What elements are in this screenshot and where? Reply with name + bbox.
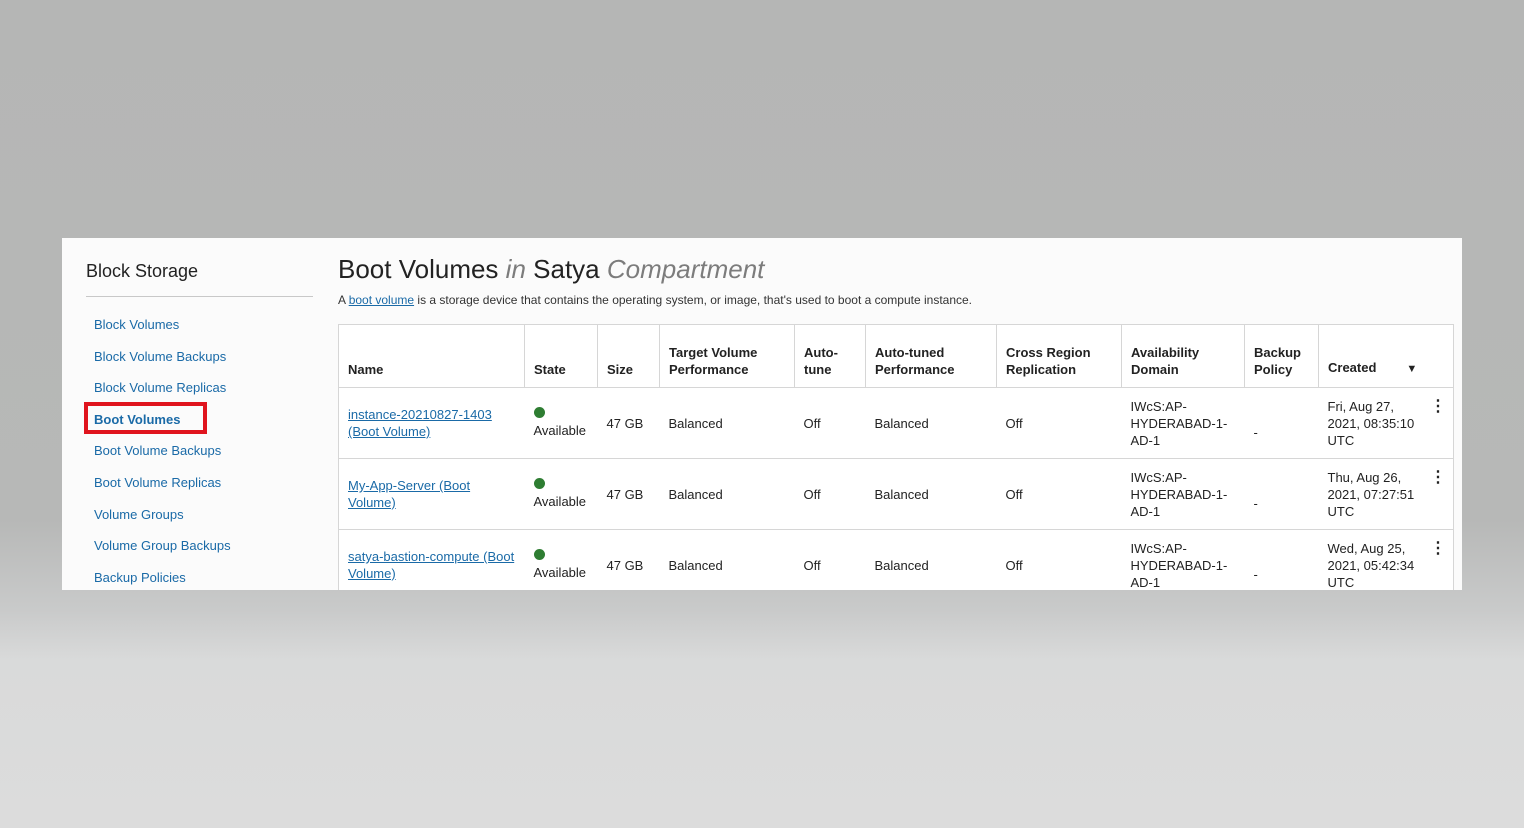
sidebar-title: Block Storage <box>86 261 199 281</box>
table-header-row: Name State Size Target Volume Performanc… <box>338 324 1454 388</box>
sidebar-item-boot-volume-replicas[interactable]: Boot Volume Replicas <box>86 471 313 503</box>
sidebar-link[interactable]: Block Volume Replicas <box>94 380 226 395</box>
caret-down-icon[interactable]: ▼ <box>1406 361 1417 378</box>
column-header-size[interactable]: Size <box>597 324 660 388</box>
page-title-compartment: Satya <box>533 254 600 284</box>
cross-region-cell: Off <box>1005 557 1023 573</box>
column-header-availability-domain[interactable]: Availability Domain <box>1121 324 1245 388</box>
intro-prefix: A <box>338 293 346 307</box>
sidebar-divider <box>86 296 313 297</box>
sidebar-link[interactable]: Block Volumes <box>94 317 179 332</box>
sidebar-item-boot-volume-backups[interactable]: Boot Volume Backups <box>86 439 313 471</box>
sidebar-link[interactable]: Volume Groups <box>94 507 184 522</box>
column-header-cross-region[interactable]: Cross Region Replication <box>996 324 1122 388</box>
target-performance-cell: Balanced <box>659 458 795 530</box>
page-title: Boot Volumes in Satya Compartment <box>338 254 764 285</box>
status-dot-icon <box>533 478 545 489</box>
status-dot-icon <box>533 549 545 560</box>
auto-tune-cell: Off <box>794 387 866 459</box>
created-cell: Wed, Aug 25, 2021, 05:42:34 UTC <box>1327 540 1415 590</box>
availability-domain-cell: IWcS:AP-HYDERABAD-1-AD-1 <box>1130 540 1228 590</box>
sidebar-item-volume-groups[interactable]: Volume Groups <box>86 503 313 535</box>
actions-menu-icon[interactable]: ⋮ <box>1430 398 1446 415</box>
created-header-label: Created <box>1328 360 1377 375</box>
created-cell: Fri, Aug 27, 2021, 08:35:10 UTC <box>1327 398 1415 448</box>
backup-policy-cell: - <box>1253 495 1258 511</box>
column-header-created[interactable]: Created ▼ <box>1318 324 1454 388</box>
volume-name-link[interactable]: instance-20210827-1403 (Boot Volume) <box>348 407 492 439</box>
size-cell: 47 GB <box>606 557 644 573</box>
boot-volume-doc-link[interactable]: boot volume <box>349 293 414 307</box>
column-header-name[interactable]: Name <box>338 324 525 388</box>
actions-menu-icon[interactable]: ⋮ <box>1430 469 1446 486</box>
column-header-backup-policy[interactable]: Backup Policy <box>1244 324 1319 388</box>
auto-tune-cell: Off <box>794 458 866 530</box>
sidebar-link[interactable]: Boot Volume Replicas <box>94 475 221 490</box>
state-text: Available <box>533 494 587 509</box>
size-cell: 47 GB <box>597 387 660 459</box>
console-panel: Block Storage Block Volumes Block Volume… <box>62 238 1462 590</box>
created-cell: Thu, Aug 26, 2021, 07:27:51 UTC <box>1327 469 1415 519</box>
status-dot-icon <box>533 407 545 418</box>
target-performance-cell: Balanced <box>668 557 723 573</box>
auto-tune-cell: Off <box>803 557 821 573</box>
sidebar-item-volume-group-backups[interactable]: Volume Group Backups <box>86 534 313 566</box>
intro-suffix: is a storage device that contains the op… <box>417 293 973 307</box>
boot-volumes-table: Name State Size Target Volume Performanc… <box>338 324 1454 590</box>
page-title-compartment-word: Compartment <box>606 254 765 284</box>
sidebar-link[interactable]: Backup Policies <box>94 570 186 585</box>
volume-name-link[interactable]: My-App-Server (Boot Volume) <box>348 478 470 510</box>
availability-domain-cell: IWcS:AP-HYDERABAD-1-AD-1 <box>1121 387 1245 459</box>
sidebar-item-backup-policies[interactable]: Backup Policies <box>86 566 313 590</box>
page-title-resource: Boot Volumes <box>338 254 499 284</box>
state-text: Available <box>533 423 587 438</box>
auto-tuned-performance-cell: Balanced <box>865 458 997 530</box>
sidebar-item-block-volumes[interactable]: Block Volumes <box>86 313 313 345</box>
sidebar-link[interactable]: Volume Group Backups <box>94 538 231 553</box>
backup-policy-cell: - <box>1253 424 1258 440</box>
cross-region-cell: Off <box>996 387 1122 459</box>
column-header-auto-tune[interactable]: Auto-tune <box>794 324 866 388</box>
column-header-target-performance[interactable]: Target Volume Performance <box>659 324 795 388</box>
column-header-state[interactable]: State <box>524 324 598 388</box>
size-cell: 47 GB <box>597 458 660 530</box>
page-title-in: in <box>505 254 526 284</box>
table-row: My-App-Server (Boot Volume) Available 47… <box>338 458 1454 530</box>
cross-region-cell: Off <box>996 458 1122 530</box>
column-header-auto-tuned-performance[interactable]: Auto-tuned Performance <box>865 324 997 388</box>
state-text: Available <box>533 565 587 580</box>
availability-domain-cell: IWcS:AP-HYDERABAD-1-AD-1 <box>1121 458 1245 530</box>
sidebar-link[interactable]: Boot Volume Backups <box>94 443 221 458</box>
sidebar-nav: Block Volumes Block Volume Backups Block… <box>84 313 313 590</box>
sidebar-link[interactable]: Block Volume Backups <box>94 349 226 364</box>
sidebar-item-block-volume-backups[interactable]: Block Volume Backups <box>86 345 313 377</box>
sidebar-link[interactable]: Boot Volumes <box>94 412 180 427</box>
target-performance-cell: Balanced <box>659 387 795 459</box>
page-description: A boot volume is a storage device that c… <box>338 293 972 307</box>
table-row: instance-20210827-1403 (Boot Volume) Ava… <box>338 387 1454 459</box>
actions-menu-icon[interactable]: ⋮ <box>1430 540 1446 557</box>
table-row: satya-bastion-compute (Boot Volume) Avai… <box>339 530 1454 591</box>
backup-policy-cell: - <box>1253 566 1258 582</box>
auto-tuned-performance-cell: Balanced <box>865 387 997 459</box>
volume-name-link[interactable]: satya-bastion-compute (Boot Volume) <box>348 549 514 581</box>
auto-tuned-performance-cell: Balanced <box>874 557 929 573</box>
sidebar-item-boot-volumes[interactable]: Boot Volumes <box>84 401 313 440</box>
